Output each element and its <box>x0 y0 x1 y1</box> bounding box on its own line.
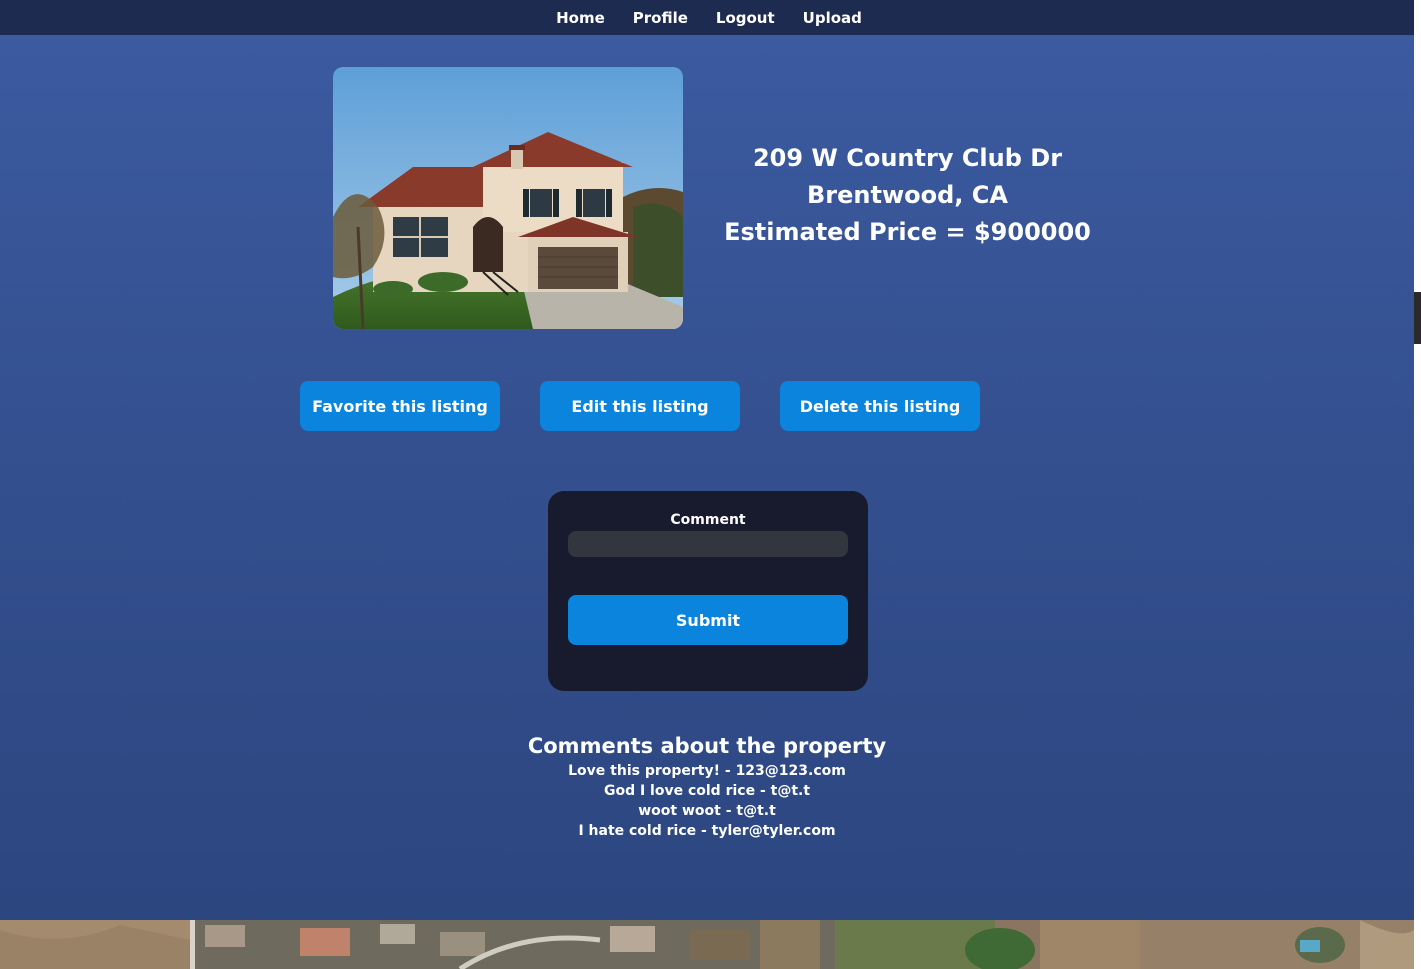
comment-input[interactable] <box>568 531 848 557</box>
listing-photo <box>333 67 683 329</box>
comments-heading: Comments about the property <box>527 734 887 758</box>
listing-price: Estimated Price = $900000 <box>724 218 1091 246</box>
comment-label: Comment <box>670 512 746 528</box>
listing-address: 209 W Country Club Dr Brentwood, CA <box>752 144 1063 209</box>
nav-upload-link[interactable]: Upload <box>799 9 862 27</box>
page-scrollbar[interactable] <box>1414 0 1421 969</box>
comments-section: Comments about the property Love this pr… <box>457 731 957 841</box>
page-viewport: Home Profile Logout Upload 209 W Country… <box>0 0 1414 969</box>
nav-home-link[interactable]: Home <box>552 9 605 27</box>
edit-listing-button[interactable]: Edit this listing <box>540 381 740 431</box>
nav-profile-link[interactable]: Profile <box>629 9 688 27</box>
aerial-map-image <box>0 920 1414 969</box>
delete-listing-button[interactable]: Delete this listing <box>780 381 980 431</box>
comment-item: woot woot - t@t.t <box>638 803 776 819</box>
favorite-listing-button[interactable]: Favorite this listing <box>300 381 500 431</box>
comment-item: God I love cold rice - t@t.t <box>603 783 811 799</box>
comment-item: I hate cold rice - tyler@tyler.com <box>578 823 836 839</box>
comment-form: Comment Submit <box>548 491 868 691</box>
top-navbar: Home Profile Logout Upload <box>0 0 1414 35</box>
nav-logout-link[interactable]: Logout <box>712 9 775 27</box>
listing-info: 209 W Country Club Dr Brentwood, CA Esti… <box>700 140 1115 251</box>
scrollbar-thumb[interactable] <box>1414 292 1421 344</box>
comment-item: Love this property! - 123@123.com <box>568 763 846 779</box>
submit-button[interactable]: Submit <box>568 595 848 645</box>
